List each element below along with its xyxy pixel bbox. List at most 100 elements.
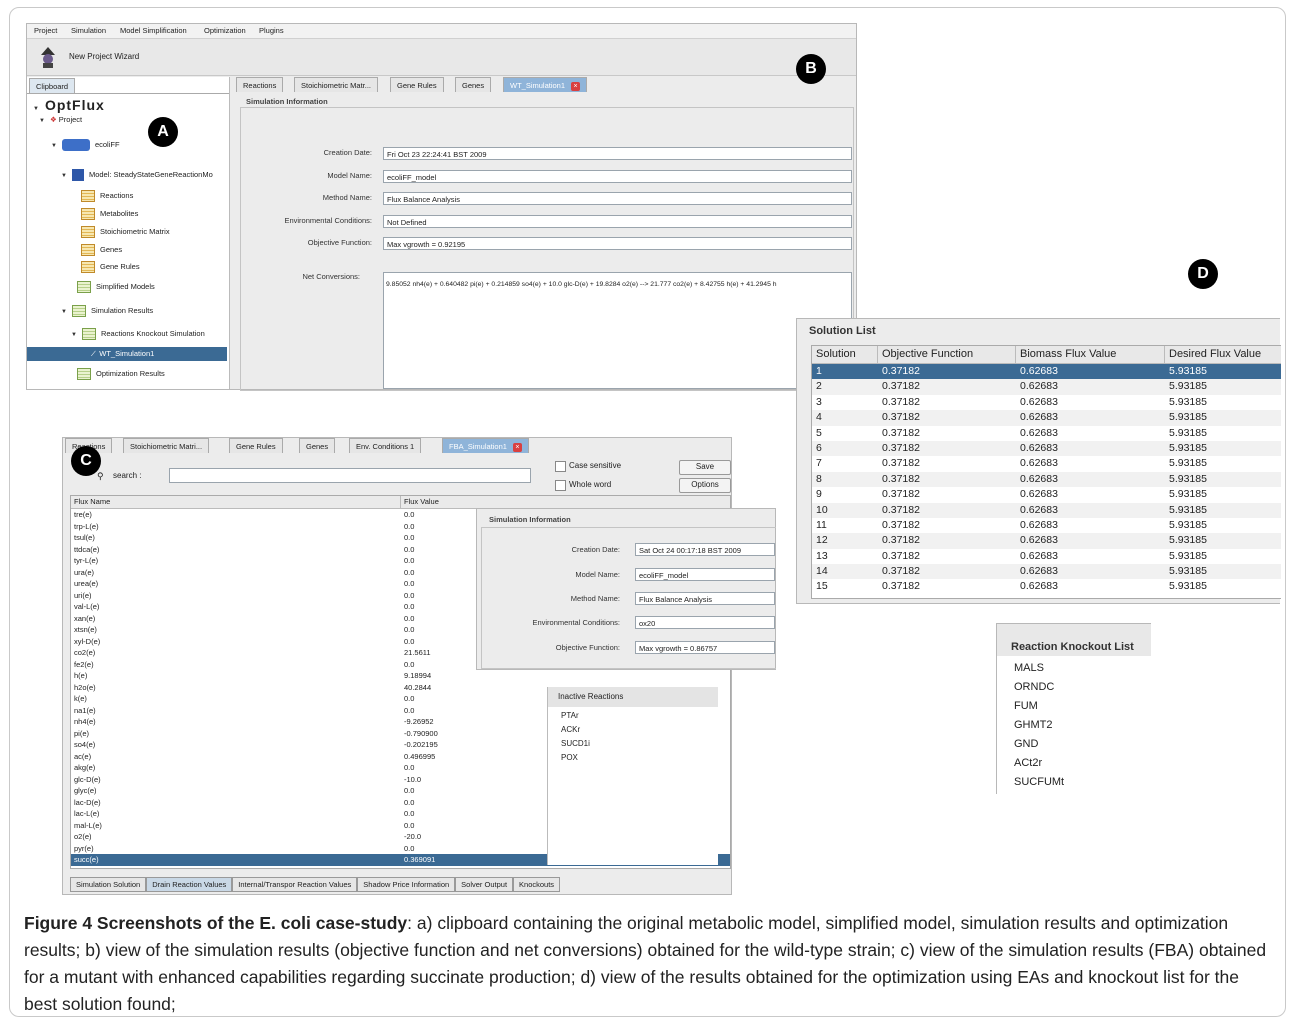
tree-item-optimization-results[interactable]: Optimization Results	[77, 367, 165, 381]
menu-simulation[interactable]: Simulation	[71, 24, 106, 38]
new-project-wizard-button[interactable]: New Project Wizard	[33, 43, 163, 71]
flux-name-header[interactable]: Flux Name	[71, 496, 401, 508]
list-item[interactable]: MALS	[1014, 659, 1064, 678]
whole-word-label: Whole word	[569, 480, 612, 489]
table-row[interactable]: h(e) 9.18994	[71, 670, 730, 682]
table-row[interactable]: 2 0.37182 0.62683 5.93185	[812, 379, 1281, 395]
tab-stoichiometric-matrix[interactable]: Stoichiometric Matr...	[294, 77, 379, 92]
model-name-field[interactable]: ecoliFF_model	[635, 568, 775, 581]
menu-optimization[interactable]: Optimization	[204, 24, 246, 38]
creation-date-field[interactable]: Sat Oct 24 00:17:18 BST 2009	[635, 543, 775, 556]
objective-function-field[interactable]: Max vgrowth = 0.86757	[635, 641, 775, 654]
list-item[interactable]: FUM	[1014, 697, 1064, 716]
tab-env-conditions[interactable]: Env. Conditions 1	[349, 438, 422, 453]
environmental-conditions-field[interactable]: ox20	[635, 616, 775, 629]
options-button[interactable]: Options	[679, 478, 731, 493]
creation-date-field[interactable]: Fri Oct 23 22:24:41 BST 2009	[383, 147, 852, 160]
table-cell: 9	[816, 488, 822, 501]
table-row[interactable]: 6 0.37182 0.62683 5.93185	[812, 440, 1281, 457]
desired-flux-header[interactable]: Desired Flux Value	[1165, 346, 1277, 363]
table-row[interactable]: 7 0.37182 0.62683 5.93185	[812, 456, 1281, 471]
collapse-icon[interactable]: ▼	[71, 328, 77, 342]
list-item[interactable]: GND	[1014, 735, 1064, 754]
save-button[interactable]: Save	[679, 460, 731, 475]
menu-plugins[interactable]: Plugins	[259, 24, 284, 38]
table-row[interactable]: 8 0.37182 0.62683 5.93185	[812, 471, 1281, 488]
method-name-field[interactable]: Flux Balance Analysis	[383, 192, 852, 205]
case-sensitive-checkbox[interactable]	[555, 461, 566, 472]
table-row[interactable]: 10 0.37182 0.62683 5.93185	[812, 502, 1281, 518]
method-name-field[interactable]: Flux Balance Analysis	[635, 592, 775, 605]
table-cell: 0.37182	[882, 426, 920, 439]
table-cell: 0.62683	[1020, 426, 1058, 439]
list-item[interactable]: GHMT2	[1014, 716, 1064, 735]
table-row[interactable]: 11 0.37182 0.62683 5.93185	[812, 518, 1281, 533]
menu-project[interactable]: Project	[34, 24, 57, 38]
solution-header[interactable]: Solution	[812, 346, 878, 363]
flux-value-header[interactable]: Flux Value	[401, 496, 549, 508]
database-icon	[61, 139, 90, 152]
biomass-flux-header[interactable]: Biomass Flux Value	[1016, 346, 1165, 363]
tree-item-genes[interactable]: Genes	[81, 243, 122, 257]
whole-word-checkbox[interactable]	[555, 480, 566, 491]
tab-gene-rules[interactable]: Gene Rules	[229, 438, 283, 453]
net-conversions-area[interactable]: 9.85052 nh4(e) + 0.640482 pi(e) + 0.2148…	[383, 272, 852, 389]
tree-item-gene-rules[interactable]: Gene Rules	[81, 260, 140, 274]
table-row[interactable]: 12 0.37182 0.62683 5.93185	[812, 533, 1281, 549]
table-row[interactable]: 14 0.37182 0.62683 5.93185	[812, 564, 1281, 580]
tree-item-simplified-models[interactable]: Simplified Models	[77, 280, 155, 294]
solution-table: Solution Objective Function Biomass Flux…	[811, 345, 1281, 599]
table-row[interactable]: 3 0.37182 0.62683 5.93185	[812, 395, 1281, 410]
tab-knockouts[interactable]: Knockouts	[513, 877, 561, 892]
tree-item-knockout-simulation[interactable]: ▼ Reactions Knockout Simulation	[71, 327, 205, 341]
tree-item-reactions[interactable]: Reactions	[81, 189, 133, 203]
tab-clipboard[interactable]: Clipboard	[29, 78, 76, 93]
objective-function-header[interactable]: Objective Function	[878, 346, 1016, 363]
collapse-icon[interactable]: ▼	[61, 305, 67, 319]
objective-function-field[interactable]: Max vgrowth = 0.92195	[383, 237, 852, 250]
tab-genes[interactable]: Genes	[455, 77, 492, 92]
tree-item-wt-simulation[interactable]: ∕ WT_Simulation1	[27, 347, 227, 361]
tab-genes[interactable]: Genes	[299, 438, 336, 453]
table-row[interactable]: 13 0.37182 0.62683 5.93185	[812, 549, 1281, 564]
tab-simulation-solution[interactable]: Simulation Solution	[70, 877, 147, 892]
table-row[interactable]: 9 0.37182 0.62683 5.93185	[812, 487, 1281, 502]
tree-item-stoichiometric-matrix[interactable]: Stoichiometric Matrix	[81, 225, 170, 239]
table-row[interactable]: 4 0.37182 0.62683 5.93185	[812, 410, 1281, 426]
list-item[interactable]: ORNDC	[1014, 678, 1064, 697]
tree-item-model[interactable]: ▼ Model: SteadyStateGeneReactionMo	[61, 168, 213, 182]
collapse-icon[interactable]: ▼	[39, 114, 45, 128]
tab-stoichiometric-matrix[interactable]: Stoichiometric Matri...	[123, 438, 210, 453]
table-row[interactable]: 5 0.37182 0.62683 5.93185	[812, 426, 1281, 441]
tab-fba-simulation[interactable]: FBA_Simulation1 ×	[442, 438, 529, 453]
flux-value-cell: -20.0	[404, 832, 422, 841]
collapse-icon[interactable]: ▼	[33, 106, 40, 112]
inactive-reaction-item[interactable]: ACKr	[561, 725, 580, 734]
inactive-reaction-item[interactable]: PTAr	[561, 711, 579, 720]
table-row[interactable]: 1 0.37182 0.62683 5.93185	[812, 364, 1281, 380]
collapse-icon[interactable]: ▼	[61, 169, 67, 183]
search-input[interactable]	[169, 468, 531, 483]
tab-internal-transport-values[interactable]: Internal/Transpor Reaction Values	[232, 877, 358, 892]
menu-model-simplification[interactable]: Model Simplification	[120, 24, 187, 38]
collapse-icon[interactable]: ▼	[51, 139, 57, 153]
inactive-reaction-item[interactable]: POX	[561, 753, 578, 762]
tab-reactions[interactable]: Reactions	[236, 77, 284, 92]
tab-gene-rules[interactable]: Gene Rules	[390, 77, 444, 92]
tab-drain-reaction-values[interactable]: Drain Reaction Values	[146, 877, 233, 892]
close-icon[interactable]: ×	[571, 82, 581, 91]
tree-item-project[interactable]: ▼ ❖ Project	[39, 113, 82, 127]
tab-shadow-price[interactable]: Shadow Price Information	[357, 877, 456, 892]
list-item[interactable]: ACt2r	[1014, 754, 1064, 773]
tree-item-ecoliff[interactable]: ▼ ecoliFF	[51, 138, 120, 152]
tab-wt-simulation[interactable]: WT_Simulation1 ×	[503, 77, 588, 92]
table-row[interactable]: 15 0.37182 0.62683 5.93185	[812, 579, 1281, 594]
model-name-field[interactable]: ecoliFF_model	[383, 170, 852, 183]
tree-item-metabolites[interactable]: Metabolites	[81, 207, 138, 221]
inactive-reaction-item[interactable]: SUCD1i	[561, 739, 590, 748]
environmental-conditions-field[interactable]: Not Defined	[383, 215, 852, 228]
tab-solver-output[interactable]: Solver Output	[455, 877, 514, 892]
close-icon[interactable]: ×	[512, 443, 522, 452]
tree-item-simulation-results[interactable]: ▼ Simulation Results	[61, 304, 153, 318]
list-item[interactable]: SUCFUMt	[1014, 773, 1064, 792]
